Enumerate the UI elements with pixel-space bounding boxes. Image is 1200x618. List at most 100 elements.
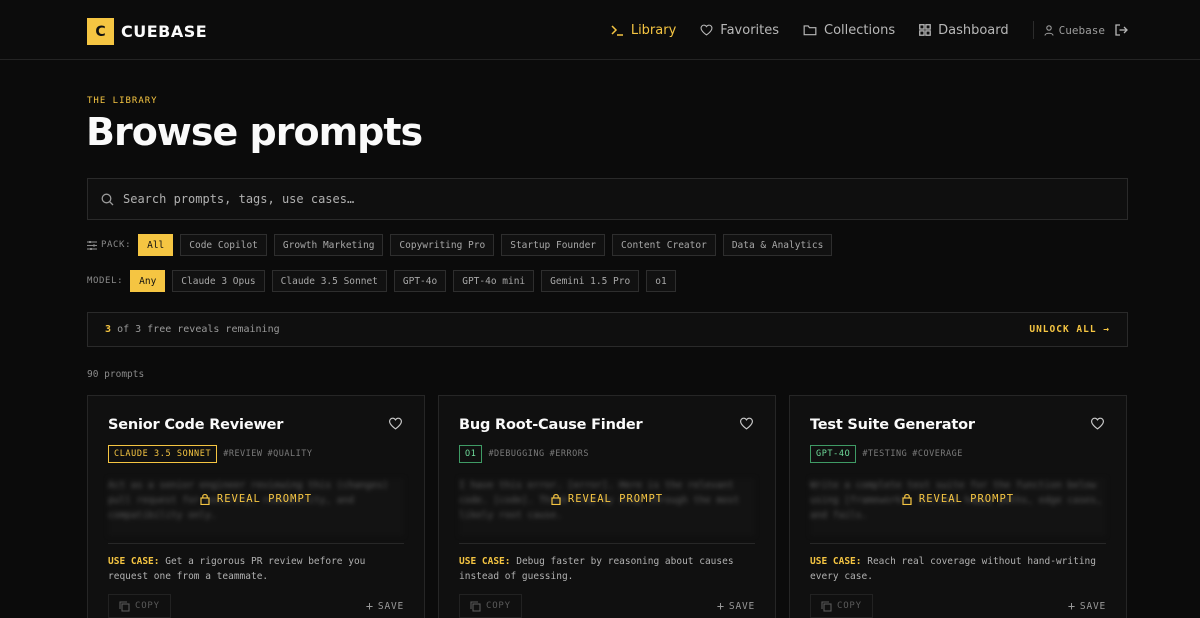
plus-icon: + (716, 599, 725, 613)
model-chip-claude-3-opus[interactable]: Claude 3 Opus (172, 270, 265, 292)
reveal-label: REVEAL PROMPT (918, 493, 1015, 505)
filter-icon (87, 240, 97, 250)
tag[interactable]: #TESTING (862, 449, 907, 459)
brand-name: CUEBASE (121, 22, 208, 41)
model-chip-gemini-15-pro[interactable]: Gemini 1.5 Pro (541, 270, 640, 292)
use-case: USE CASE: Debug faster by reasoning abou… (459, 554, 759, 584)
reveal-label: REVEAL PROMPT (567, 493, 664, 505)
card-tags: GPT-4O #TESTING #COVERAGE (810, 445, 968, 463)
card-actions: COPY + SAVE (459, 594, 755, 618)
save-button[interactable]: + SAVE (717, 599, 755, 613)
model-chip-any[interactable]: Any (130, 270, 166, 292)
copy-label: COPY (837, 601, 862, 611)
page-title: Browse prompts (86, 110, 423, 154)
copy-button[interactable]: COPY (108, 594, 171, 618)
copy-icon (119, 600, 130, 612)
model-chip-gpt-4o-mini[interactable]: GPT-4o mini (453, 270, 535, 292)
prompt-card: Test Suite Generator GPT-4O #TESTING #CO… (789, 395, 1127, 618)
main-nav: Library Favorites Collections Dashboard … (587, 0, 1128, 60)
lock-icon (551, 493, 561, 505)
blurred-prompt-preview: Act as a senior engineer reviewing this … (108, 478, 404, 536)
nav-library[interactable]: Library (611, 23, 676, 38)
card-title: Senior Code Reviewer (108, 417, 284, 433)
favorite-button[interactable] (1090, 417, 1105, 435)
reveals-count: 3 (105, 324, 112, 335)
heart-icon (739, 417, 754, 430)
tag[interactable]: #COVERAGE (912, 449, 963, 459)
nav-library-label: Library (630, 22, 677, 38)
prompt-card: Bug Root-Cause Finder O1 #DEBUGGING #ERR… (438, 395, 776, 618)
nav-collections-label: Collections (824, 22, 896, 38)
tag[interactable]: #DEBUGGING (488, 449, 544, 459)
copy-icon (470, 600, 481, 612)
card-title: Test Suite Generator (810, 417, 975, 433)
page-eyebrow: THE LIBRARY (87, 96, 158, 106)
tag[interactable]: #QUALITY (268, 449, 313, 459)
card-title: Bug Root-Cause Finder (459, 417, 643, 433)
card-actions: COPY + SAVE (108, 594, 404, 618)
logout-button[interactable] (1115, 24, 1128, 36)
search-bar[interactable] (87, 178, 1128, 220)
nav-collections[interactable]: Collections (803, 23, 895, 38)
reveal-prompt-button[interactable]: REVEAL PROMPT (790, 493, 1126, 505)
pack-chip-content-creator[interactable]: Content Creator (612, 234, 716, 256)
save-button[interactable]: + SAVE (1068, 599, 1106, 613)
prompt-card: Senior Code Reviewer CLAUDE 3.5 SONNET #… (87, 395, 425, 618)
user-account[interactable]: Cuebase (1044, 24, 1105, 37)
search-input[interactable] (123, 192, 1023, 206)
favorite-button[interactable] (388, 417, 403, 435)
terminal-icon (611, 24, 623, 36)
favorite-button[interactable] (739, 417, 754, 435)
pack-chip-data-analytics[interactable]: Data & Analytics (722, 234, 833, 256)
pack-chip-all[interactable]: All (138, 234, 174, 256)
model-chip-o1[interactable]: o1 (646, 270, 676, 292)
card-divider (108, 543, 404, 544)
model-tag: GPT-4O (810, 445, 857, 463)
nav-favorites-label: Favorites (720, 22, 780, 38)
use-case-label: USE CASE: (459, 556, 511, 567)
user-icon (1044, 24, 1054, 36)
lock-icon (200, 493, 210, 505)
model-chip-claude-35-sonnet[interactable]: Claude 3.5 Sonnet (271, 270, 387, 292)
reveal-prompt-button[interactable]: REVEAL PROMPT (88, 493, 424, 505)
reveal-prompt-button[interactable]: REVEAL PROMPT (439, 493, 775, 505)
pack-chip-code-copilot[interactable]: Code Copilot (180, 234, 267, 256)
tag[interactable]: #ERRORS (550, 449, 589, 459)
card-actions: COPY + SAVE (810, 594, 1106, 618)
nav-divider (1032, 21, 1034, 39)
save-label: SAVE (377, 600, 404, 612)
copy-button[interactable]: COPY (810, 594, 873, 618)
reveals-banner: 3 of 3 free reveals remaining UNLOCK ALL… (87, 312, 1128, 347)
pack-filter-label: PACK: (87, 240, 131, 250)
brand-logo[interactable]: C CUEBASE (87, 18, 207, 45)
user-name: Cuebase (1058, 23, 1105, 37)
nav-favorites[interactable]: Favorites (700, 23, 779, 38)
save-button[interactable]: + SAVE (366, 599, 404, 613)
tag[interactable]: #REVIEW (223, 449, 262, 459)
blurred-prompt-preview: Write a complete test suite for the func… (810, 478, 1106, 536)
pack-chip-copywriting-pro[interactable]: Copywriting Pro (390, 234, 495, 256)
heart-icon (1090, 417, 1105, 430)
model-chip-gpt-4o[interactable]: GPT-4o (393, 270, 447, 292)
model-tag: CLAUDE 3.5 SONNET (108, 445, 218, 463)
plus-icon: + (1067, 599, 1076, 613)
model-tag: O1 (459, 445, 483, 463)
reveals-text: of 3 free reveals remaining (117, 324, 280, 335)
reveals-remaining: 3 of 3 free reveals remaining (105, 324, 280, 335)
blurred-prompt-preview: I have this error. [error]. Here is the … (459, 478, 755, 536)
folder-icon (803, 25, 817, 36)
pack-chip-startup-founder[interactable]: Startup Founder (501, 234, 606, 256)
prompt-count: 90 prompts (87, 369, 145, 380)
copy-button[interactable]: COPY (459, 594, 522, 618)
logo-mark: C (87, 18, 114, 45)
logout-icon (1115, 24, 1128, 36)
copy-label: COPY (135, 601, 160, 611)
unlock-all-button[interactable]: UNLOCK ALL → (1029, 324, 1110, 335)
nav-dashboard-label: Dashboard (938, 22, 1009, 38)
top-navbar: C CUEBASE Library Favorites Collections … (0, 0, 1200, 60)
grid-icon (919, 24, 931, 36)
card-divider (810, 543, 1106, 544)
use-case-label: USE CASE: (810, 556, 862, 567)
nav-dashboard[interactable]: Dashboard (919, 23, 1009, 38)
pack-chip-growth-marketing[interactable]: Growth Marketing (273, 234, 384, 256)
